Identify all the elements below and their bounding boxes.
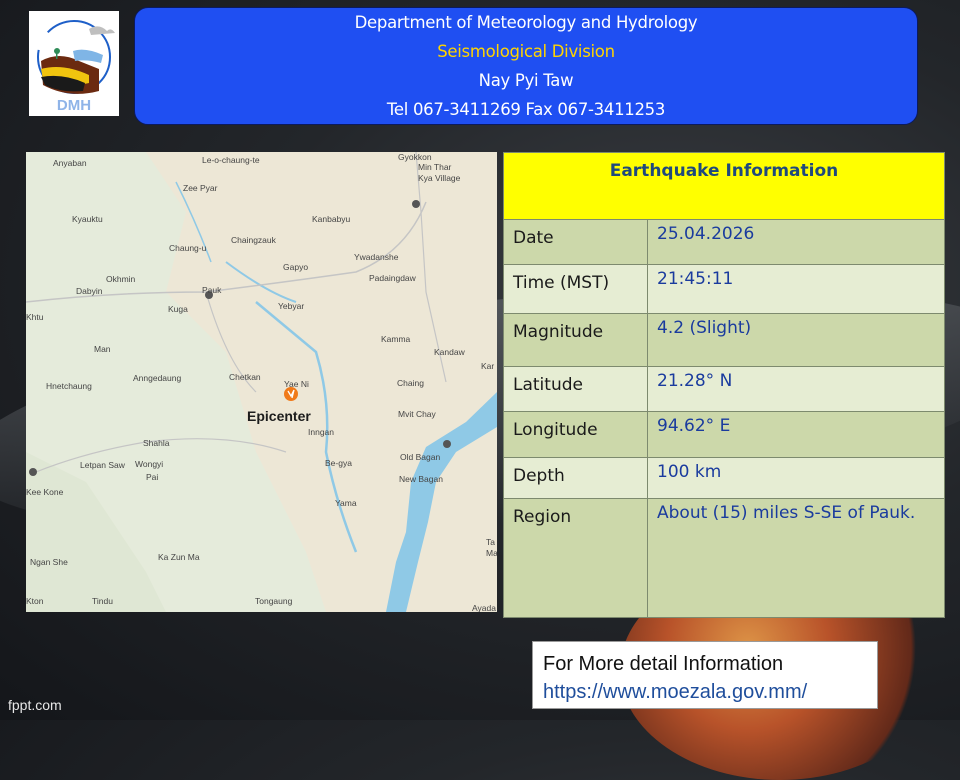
info-table-title: Earthquake Information (503, 152, 945, 220)
town-marker (412, 200, 420, 208)
map-place-label: Ka Zun Ma (158, 552, 200, 562)
map-place-label: Okhmin (106, 274, 136, 284)
longitude-value: 94.62° E (647, 411, 945, 458)
magnitude-label: Magnitude (503, 313, 648, 367)
map-place-label: Kanbabyu (312, 214, 351, 224)
epicenter-marker (284, 387, 298, 401)
map-place-label: Ta (486, 537, 495, 547)
department-title: Department of Meteorology and Hydrology (354, 13, 698, 32)
map-place-label: Kar (481, 361, 495, 371)
map-place-label: Ma (486, 548, 497, 558)
map-place-label: Kandaw (434, 347, 465, 357)
latitude-value: 21.28° N (647, 366, 945, 412)
more-info-link[interactable]: https://www.moezala.gov.mm/ (543, 678, 877, 706)
epicenter-map[interactable]: Anyaban Le-o-chaung-te Gyokkon Min Thar … (26, 152, 497, 612)
map-place-label: Gapyo (283, 262, 309, 272)
map-place-label: Be-gya (325, 458, 352, 468)
map-place-label: Letpan Saw (80, 460, 125, 470)
location-text: Nay Pyi Taw (478, 71, 574, 90)
map-place-label: Ywadanshe (354, 252, 399, 262)
map-place-label: Ayada (472, 603, 496, 612)
footer-credit: fppt.com (8, 697, 62, 713)
map-place-label: Wongyi (135, 459, 164, 469)
map-place-label: Yebyar (278, 301, 305, 311)
map-place-label: Dabyin (76, 286, 103, 296)
table-row: Region About (15) miles S-SE of Pauk. (503, 498, 945, 618)
map-place-label: Tongaung (255, 596, 293, 606)
map-place-label: Anyaban (53, 158, 87, 168)
table-row: Date 25.04.2026 (503, 219, 945, 265)
header-banner: Department of Meteorology and Hydrology … (134, 7, 918, 125)
contact-text: Tel 067-3411269 Fax 067-3411253 (386, 100, 666, 119)
map-place-label: Man (94, 344, 111, 354)
map-place-label: Tindu (92, 596, 113, 606)
map-place-label: Kyauktu (72, 214, 103, 224)
map-place-label: Padaingdaw (369, 273, 416, 283)
table-row: Longitude 94.62° E (503, 411, 945, 458)
map-place-label: Anngedaung (133, 373, 182, 383)
date-label: Date (503, 219, 648, 265)
depth-label: Depth (503, 457, 648, 499)
earthquake-info-table: Earthquake Information Date 25.04.2026 T… (503, 152, 945, 618)
region-label: Region (503, 498, 648, 618)
more-info-box: For More detail Information https://www.… (532, 641, 878, 709)
map-place-label: Le-o-chaung-te (202, 155, 260, 165)
map-place-label: Pauk (202, 285, 222, 295)
map-place-label: Kya Village (418, 173, 461, 183)
map-place-label: Yama (335, 498, 357, 508)
map-place-label: Inngan (308, 427, 334, 437)
map-place-label: Hnetchaung (46, 381, 92, 391)
map-place-label: Chetkan (229, 372, 261, 382)
map-place-label: Ngan She (30, 557, 68, 567)
map-place-label: Kee Kone (26, 487, 64, 497)
table-row: Time (MST) 21:45:11 (503, 264, 945, 314)
magnitude-value: 4.2 (Slight) (647, 313, 945, 367)
date-value: 25.04.2026 (647, 219, 945, 265)
map-place-label: Kuga (168, 304, 188, 314)
longitude-label: Longitude (503, 411, 648, 458)
map-place-label: Shahla (143, 438, 170, 448)
dmh-logo: DMH (29, 11, 119, 116)
time-value: 21:45:11 (647, 264, 945, 314)
more-info-text: For More detail Information (543, 653, 784, 675)
map-place-label: Chaingzauk (231, 235, 276, 245)
table-row: Magnitude 4.2 (Slight) (503, 313, 945, 367)
map-place-label: Min Thar (418, 162, 452, 172)
region-value: About (15) miles S-SE of Pauk. (647, 498, 945, 618)
map-place-label: Chaing (397, 378, 424, 388)
epicenter-label: Epicenter (247, 408, 311, 424)
map-place-label: Gyokkon (398, 152, 432, 162)
map-place-label: Kton (26, 596, 44, 606)
table-row: Depth 100 km (503, 457, 945, 499)
division-title: Seismological Division (437, 42, 615, 61)
map-place-label: Khtu (26, 312, 44, 322)
map-place-label: Chaung-u (169, 243, 207, 253)
map-place-label: Mvit Chay (398, 409, 436, 419)
map-place-label: Pai (146, 472, 159, 482)
map-place-label: Yae Ni (284, 379, 309, 389)
map-place-label: Kamma (381, 334, 411, 344)
time-label: Time (MST) (503, 264, 648, 314)
depth-value: 100 km (647, 457, 945, 499)
map-place-label: New Bagan (399, 474, 443, 484)
town-marker (443, 440, 451, 448)
table-row: Latitude 21.28° N (503, 366, 945, 412)
map-place-label: Zee Pyar (183, 183, 218, 193)
town-marker (29, 468, 37, 476)
map-place-label: Old Bagan (400, 452, 441, 462)
latitude-label: Latitude (503, 366, 648, 412)
logo-text: DMH (57, 97, 91, 114)
